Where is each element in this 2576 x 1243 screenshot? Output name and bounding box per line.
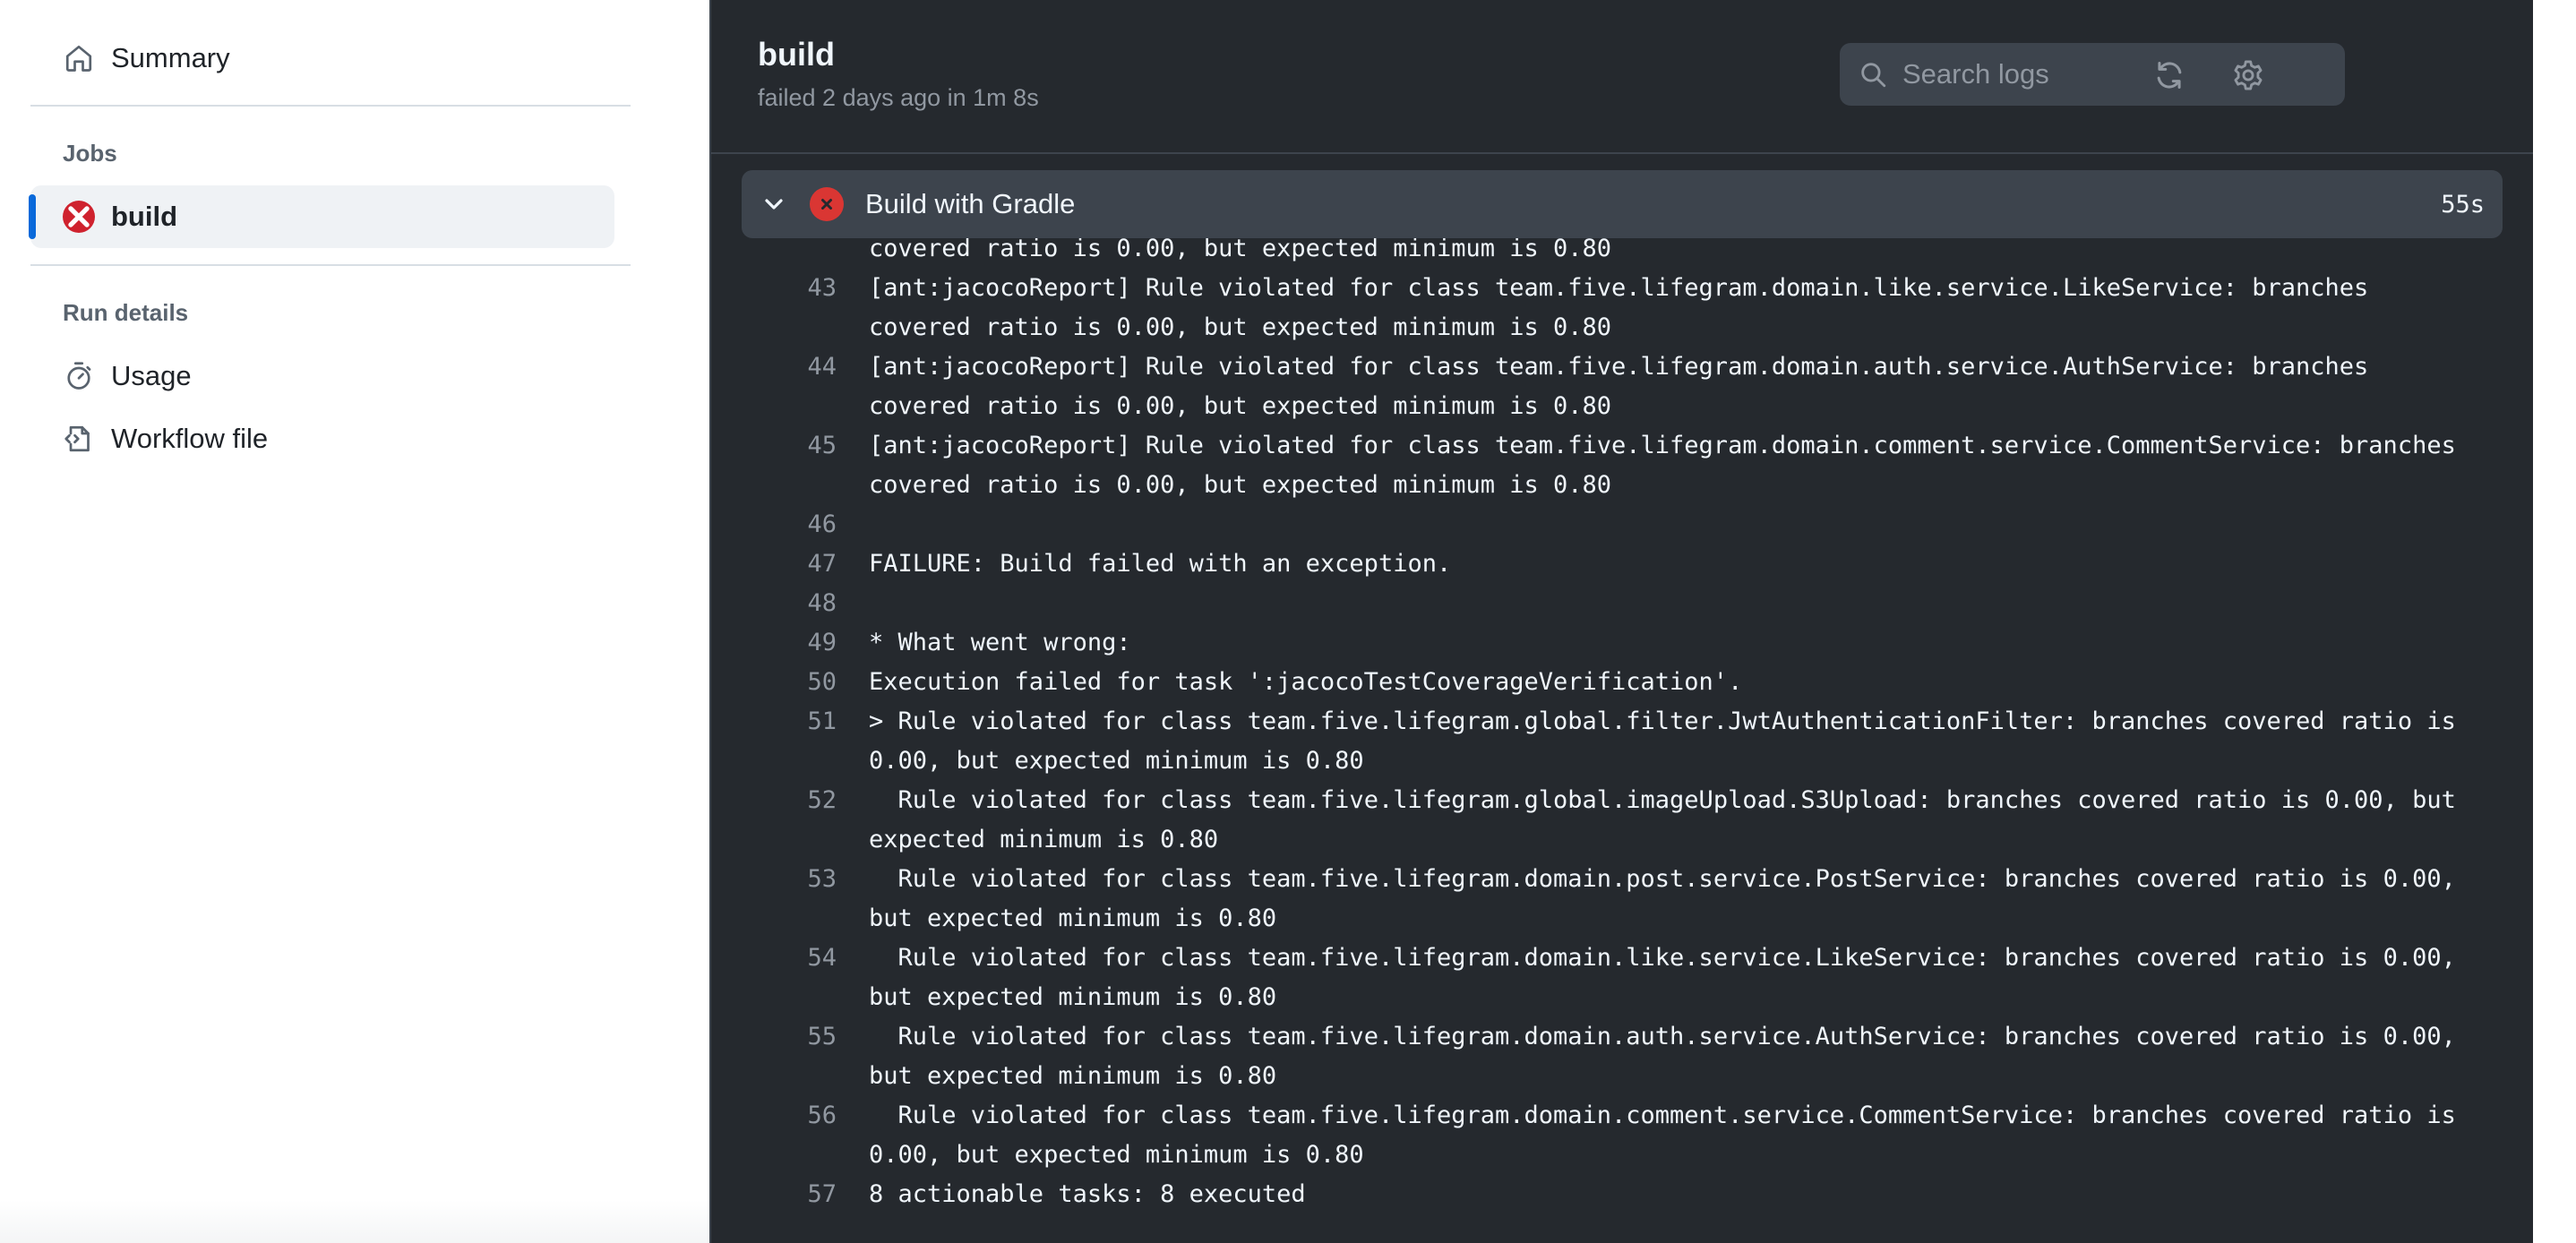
x-circle-fill-icon <box>63 201 95 233</box>
sidebar-item-usage[interactable]: Usage <box>30 345 614 407</box>
log-line-number[interactable]: 45 <box>711 426 837 466</box>
log-line: 55 Rule violated for class team.five.lif… <box>711 1017 2533 1096</box>
log-line-number[interactable]: 47 <box>711 544 837 584</box>
jobs-heading: Jobs <box>63 140 117 167</box>
job-log-panel: build failed 2 days ago in 1m 8s Search … <box>709 0 2533 1243</box>
job-status-text: failed 2 days ago in 1m 8s <box>758 84 1039 111</box>
log-line-number[interactable]: 55 <box>711 1017 837 1057</box>
log-line: 47 FAILURE: Build failed with an exceptio… <box>711 544 2533 584</box>
log-line-number[interactable]: 52 <box>711 781 837 820</box>
log-line: 48 <box>711 584 2533 623</box>
search-logs-box[interactable] <box>1840 43 2345 106</box>
settings-button[interactable] <box>2228 56 2268 95</box>
log-line-number[interactable]: 57 <box>711 1175 837 1214</box>
log-line-number[interactable]: 50 <box>711 663 837 702</box>
gear-icon <box>2234 60 2263 90</box>
log-line-text: * What went wrong: <box>869 629 1131 656</box>
log-line-text: [ant:jacocoReport] Rule violated for cla… <box>869 274 2383 341</box>
log-line: 49 * What went wrong: <box>711 623 2533 663</box>
log-line: 56 Rule violated for class team.five.lif… <box>711 1096 2533 1175</box>
sidebar-item-workflow-file[interactable]: Workflow file <box>30 407 614 470</box>
log-line-text: > Rule violated for class team.five.life… <box>869 707 2471 775</box>
sidebar-divider <box>30 105 631 107</box>
sidebar-item-label: Workflow file <box>111 423 269 454</box>
step-name: Build with Gradle <box>865 188 1076 219</box>
log-line-text: [ant:jacocoReport] Rule violated for cla… <box>869 432 2471 499</box>
log-line: 45 [ant:jacocoReport] Rule violated for c… <box>711 426 2533 505</box>
log-line-number[interactable]: 56 <box>711 1096 837 1136</box>
sidebar: Summary Jobs build Run details Usage Wor… <box>0 0 709 1243</box>
log-line: 51 > Rule violated for class team.five.li… <box>711 702 2533 781</box>
log-line: 44 [ant:jacocoReport] Rule violated for c… <box>711 347 2533 426</box>
log-line-number[interactable]: 43 <box>711 269 837 308</box>
log-line: 43 [ant:jacocoReport] Rule violated for c… <box>711 269 2533 347</box>
log-line-text: Rule violated for class team.five.lifegr… <box>869 944 2471 1011</box>
log-line: 50 Execution failed for task ':jacocoTest… <box>711 663 2533 702</box>
sidebar-item-summary[interactable]: Summary <box>30 27 614 90</box>
file-code-icon <box>63 423 95 455</box>
log-line-text: Rule violated for class team.five.lifegr… <box>869 1102 2471 1169</box>
page-right-gutter <box>2533 0 2576 1243</box>
log-line-text: Execution failed for task ':jacocoTestCo… <box>869 668 1743 696</box>
log-lines: 42[ant:jacocoReport] Rule violated for c… <box>711 208 2533 1214</box>
step-duration: 55s <box>2441 190 2485 219</box>
log-line-number[interactable]: 44 <box>711 347 837 387</box>
log-line: 54 Rule violated for class team.five.lif… <box>711 939 2533 1017</box>
sync-icon <box>2157 62 2182 89</box>
x-circle-fill-icon <box>810 187 844 221</box>
chevron-down-icon <box>765 199 783 210</box>
search-icon <box>1861 63 1886 88</box>
log-line: 57 8 actionable tasks: 8 executed <box>711 1175 2533 1214</box>
log-line-text: [ant:jacocoReport] Rule violated for cla… <box>869 353 2383 420</box>
log-line-number[interactable]: 48 <box>711 584 837 623</box>
sidebar-item-label: Usage <box>111 360 192 391</box>
refresh-button[interactable] <box>2150 56 2189 95</box>
log-line-number[interactable]: 54 <box>711 939 837 978</box>
sidebar-bottom-fade <box>0 1200 709 1243</box>
log-line-text: Rule violated for class team.five.lifegr… <box>869 865 2471 932</box>
log-line: 46 <box>711 505 2533 544</box>
log-line-number[interactable]: 53 <box>711 860 837 899</box>
sidebar-item-label: build <box>111 201 178 232</box>
job-title: build <box>758 36 835 73</box>
log-line: 53 Rule violated for class team.five.lif… <box>711 860 2533 939</box>
stopwatch-icon <box>63 360 95 392</box>
log-line-text: Rule violated for class team.five.lifegr… <box>869 786 2471 853</box>
log-viewer[interactable]: 42[ant:jacocoReport] Rule violated for c… <box>711 208 2533 1243</box>
log-line-number[interactable]: 49 <box>711 623 837 663</box>
log-line-number[interactable]: 51 <box>711 702 837 742</box>
sidebar-item-label: Summary <box>111 42 230 73</box>
home-icon <box>63 42 95 74</box>
log-line-text: Rule violated for class team.five.lifegr… <box>869 1023 2471 1090</box>
job-status <box>63 201 95 233</box>
sidebar-divider <box>30 264 631 266</box>
log-line: 52 Rule violated for class team.five.lif… <box>711 781 2533 860</box>
log-line-number[interactable]: 46 <box>711 505 837 544</box>
sidebar-item-job-build[interactable]: build <box>29 185 614 248</box>
log-line-text: FAILURE: Build failed with an exception. <box>869 550 1452 578</box>
run-details-heading: Run details <box>63 299 189 326</box>
log-line-text: 8 actionable tasks: 8 executed <box>869 1180 1306 1208</box>
step-build-with-gradle[interactable]: Build with Gradle 55s <box>742 170 2503 238</box>
